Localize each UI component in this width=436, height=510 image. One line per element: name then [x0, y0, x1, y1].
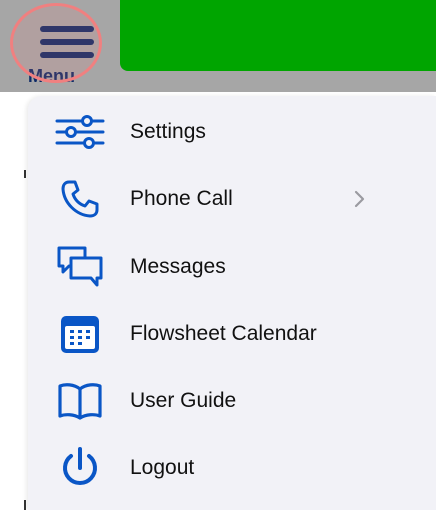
book-icon: [54, 379, 106, 423]
menu-item-label: Settings: [130, 120, 206, 143]
menu-item-label: User Guide: [130, 389, 237, 412]
menu-item-label: Flowsheet Calendar: [130, 322, 317, 345]
left-edge: [0, 92, 26, 510]
menu-dropdown: Settings Phone Call Messages Flowsheet C…: [28, 96, 436, 510]
status-bar-green: [120, 0, 436, 71]
menu-item-label: Phone Call: [130, 187, 233, 210]
menu-item-phone-call[interactable]: Phone Call: [28, 168, 436, 230]
menu-item-settings[interactable]: Settings: [28, 101, 436, 163]
chevron-right-icon: [354, 190, 365, 208]
edge-mark: [24, 170, 26, 178]
menu-item-messages[interactable]: Messages: [28, 236, 436, 298]
menu-item-label: Logout: [130, 456, 195, 479]
menu-item-flowsheet-calendar[interactable]: Flowsheet Calendar: [28, 303, 436, 365]
chat-bubbles-icon: [54, 245, 106, 289]
calendar-icon: [54, 312, 106, 356]
menu-button[interactable]: Menu: [10, 6, 102, 86]
power-icon: [54, 446, 106, 490]
sliders-icon: [54, 110, 106, 154]
app-screen: Menu Settings Phone Call Messages Flowsh…: [0, 0, 436, 510]
menu-label: Menu: [28, 66, 75, 86]
menu-item-user-guide[interactable]: User Guide: [28, 370, 436, 432]
hamburger-icon: [34, 18, 98, 66]
phone-icon: [54, 177, 106, 221]
menu-item-label: Messages: [130, 255, 226, 278]
menu-item-logout[interactable]: Logout: [28, 437, 436, 499]
edge-mark: [24, 500, 26, 510]
